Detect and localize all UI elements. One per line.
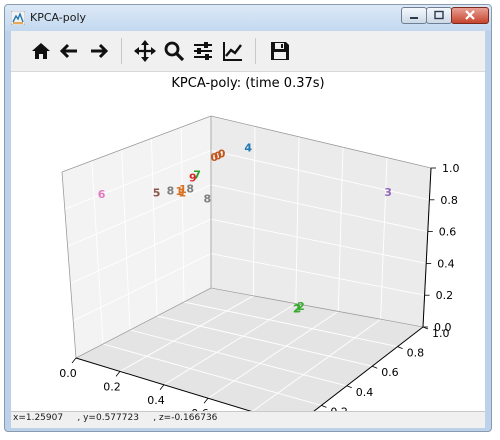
figure-canvas[interactable]: KPCA-poly: (time 0.37s) 0.0 0.2 0.4 0.6 0.8 1… [11, 72, 485, 431]
data-point-6: 6 [98, 188, 106, 201]
x-tick-label: 0.0 [59, 367, 77, 380]
edit-axes-button[interactable] [221, 39, 245, 63]
window-client-area: KPCA-poly: (time 0.37s) 0.0 0.2 0.4 0.6 0.8 1… [11, 31, 485, 431]
x-tick-label: 0.4 [147, 394, 165, 407]
z-tick-label: 0.8 [440, 194, 458, 207]
data-point-4: 4 [244, 141, 252, 154]
close-button[interactable] [451, 7, 489, 24]
status-bar: x=1.25907 , y=0.577723 , z=-0.166736 [11, 411, 485, 428]
zoom-button[interactable] [162, 39, 186, 63]
x-tick-label: 0.2 [103, 380, 121, 393]
y-tick-mark [321, 405, 327, 408]
toolbar-separator [255, 38, 256, 64]
x-tick-mark [115, 371, 121, 377]
toolbar-separator [121, 38, 122, 64]
data-point-2: 2 [293, 303, 301, 316]
magnifier-icon [164, 41, 185, 62]
x-tick-mark [71, 357, 77, 364]
y-tick-mark [372, 365, 378, 369]
data-point-8: 8 [186, 182, 194, 195]
app-window: KPCA-poly KPCA-poly: (time 0.37s) 0.0 0.… [4, 4, 492, 432]
x-tick-mark [159, 384, 165, 391]
y-tick-mark [346, 385, 352, 389]
sliders-icon [194, 42, 212, 60]
data-point-0: 0 [218, 147, 226, 160]
z-tick-label: 0.4 [437, 257, 455, 270]
maximize-button[interactable] [426, 7, 452, 24]
configure-subplots-button[interactable] [191, 39, 215, 63]
maximize-icon [434, 10, 444, 20]
data-point-9: 9 [189, 171, 197, 184]
home-icon [32, 43, 50, 59]
z-tick-label: 0.6 [439, 226, 457, 239]
arrow-right-icon [91, 43, 109, 59]
data-point-8: 8 [203, 192, 211, 205]
data-point-0: 0 [210, 151, 218, 164]
z-tick-label: 0.0 [434, 321, 452, 334]
y-tick-label: 0.6 [381, 366, 399, 379]
home-button[interactable] [29, 39, 53, 63]
title-bar[interactable]: KPCA-poly [5, 5, 491, 31]
line-chart-icon [223, 42, 242, 61]
y-tick-label: 0.8 [407, 347, 425, 360]
window-title: KPCA-poly [30, 11, 87, 24]
z-tick-label: 0.2 [436, 289, 454, 302]
z-tick-label: 1.0 [442, 162, 460, 175]
chart-title: KPCA-poly: (time 0.37s) [171, 76, 324, 91]
x-tick-mark [203, 397, 209, 404]
arrow-left-icon [59, 43, 77, 59]
scatter-3d-plot[interactable]: KPCA-poly: (time 0.37s) 0.0 0.2 0.4 0.6 0.8 1… [11, 72, 485, 431]
data-point-5: 5 [153, 187, 161, 200]
close-icon [465, 10, 475, 20]
minimize-icon [410, 17, 418, 19]
forward-button[interactable] [87, 39, 111, 63]
save-button[interactable] [268, 39, 292, 63]
y-tick-label: 0.4 [356, 386, 374, 399]
data-point-1: 1 [178, 186, 186, 199]
cursor-coordinates: x=1.25907 , y=0.577723 , z=-0.166736 [13, 413, 218, 423]
pan-button[interactable] [133, 39, 157, 63]
y-tick-mark [397, 346, 403, 349]
minimize-button[interactable] [401, 7, 427, 24]
data-point-3: 3 [384, 186, 392, 199]
move-icon [134, 40, 156, 62]
navigation-toolbar [11, 31, 485, 72]
floppy-disk-icon [271, 42, 289, 60]
app-logo-icon [11, 11, 25, 25]
data-point-8: 8 [167, 184, 175, 197]
back-button[interactable] [57, 39, 81, 63]
